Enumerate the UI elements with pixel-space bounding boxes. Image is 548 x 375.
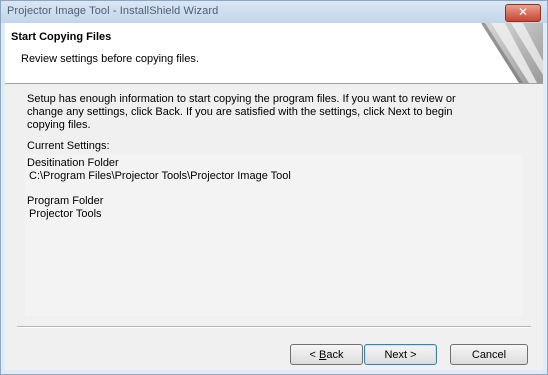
instructions-line-1: Setup has enough information to start co…: [27, 93, 456, 105]
wizard-header: Start Copying Files Review settings befo…: [5, 23, 543, 84]
current-settings-box[interactable]: Desitination Folder C:\Program Files\Pro…: [25, 154, 522, 316]
program-folder-value: Projector Tools: [29, 208, 102, 220]
close-icon: ✕: [517, 5, 529, 19]
destination-folder-value: C:\Program Files\Projector Tools\Project…: [29, 170, 291, 182]
back-button[interactable]: < Back: [290, 344, 363, 365]
cancel-button[interactable]: Cancel: [450, 344, 528, 365]
window-title: Projector Image Tool - InstallShield Wiz…: [7, 5, 219, 17]
instructions-text: Setup has enough information to start co…: [27, 93, 522, 132]
next-button-label: Next >: [384, 349, 417, 361]
page-subtitle: Review settings before copying files.: [21, 53, 199, 65]
instructions-line-2: change any settings, click Back. If you …: [27, 106, 453, 118]
page-title: Start Copying Files: [11, 31, 112, 43]
cancel-button-label: Cancel: [471, 349, 507, 361]
installshield-wizard-window: Projector Image Tool - InstallShield Wiz…: [0, 0, 548, 375]
instructions-line-3: copying files.: [27, 119, 91, 131]
back-button-rest: ack: [326, 349, 344, 361]
installshield-banner-graphic-icon: [481, 23, 543, 83]
destination-folder-label: Desitination Folder: [27, 157, 119, 169]
wizard-client-area: Start Copying Files Review settings befo…: [5, 23, 543, 370]
program-folder-label: Program Folder: [27, 195, 104, 207]
next-button[interactable]: Next >: [364, 344, 437, 365]
current-settings-label: Current Settings:: [27, 140, 110, 152]
title-bar[interactable]: Projector Image Tool - InstallShield Wiz…: [1, 1, 547, 23]
close-button[interactable]: ✕: [505, 4, 541, 22]
back-button-prefix: <: [309, 349, 319, 361]
footer-divider: [17, 326, 531, 328]
